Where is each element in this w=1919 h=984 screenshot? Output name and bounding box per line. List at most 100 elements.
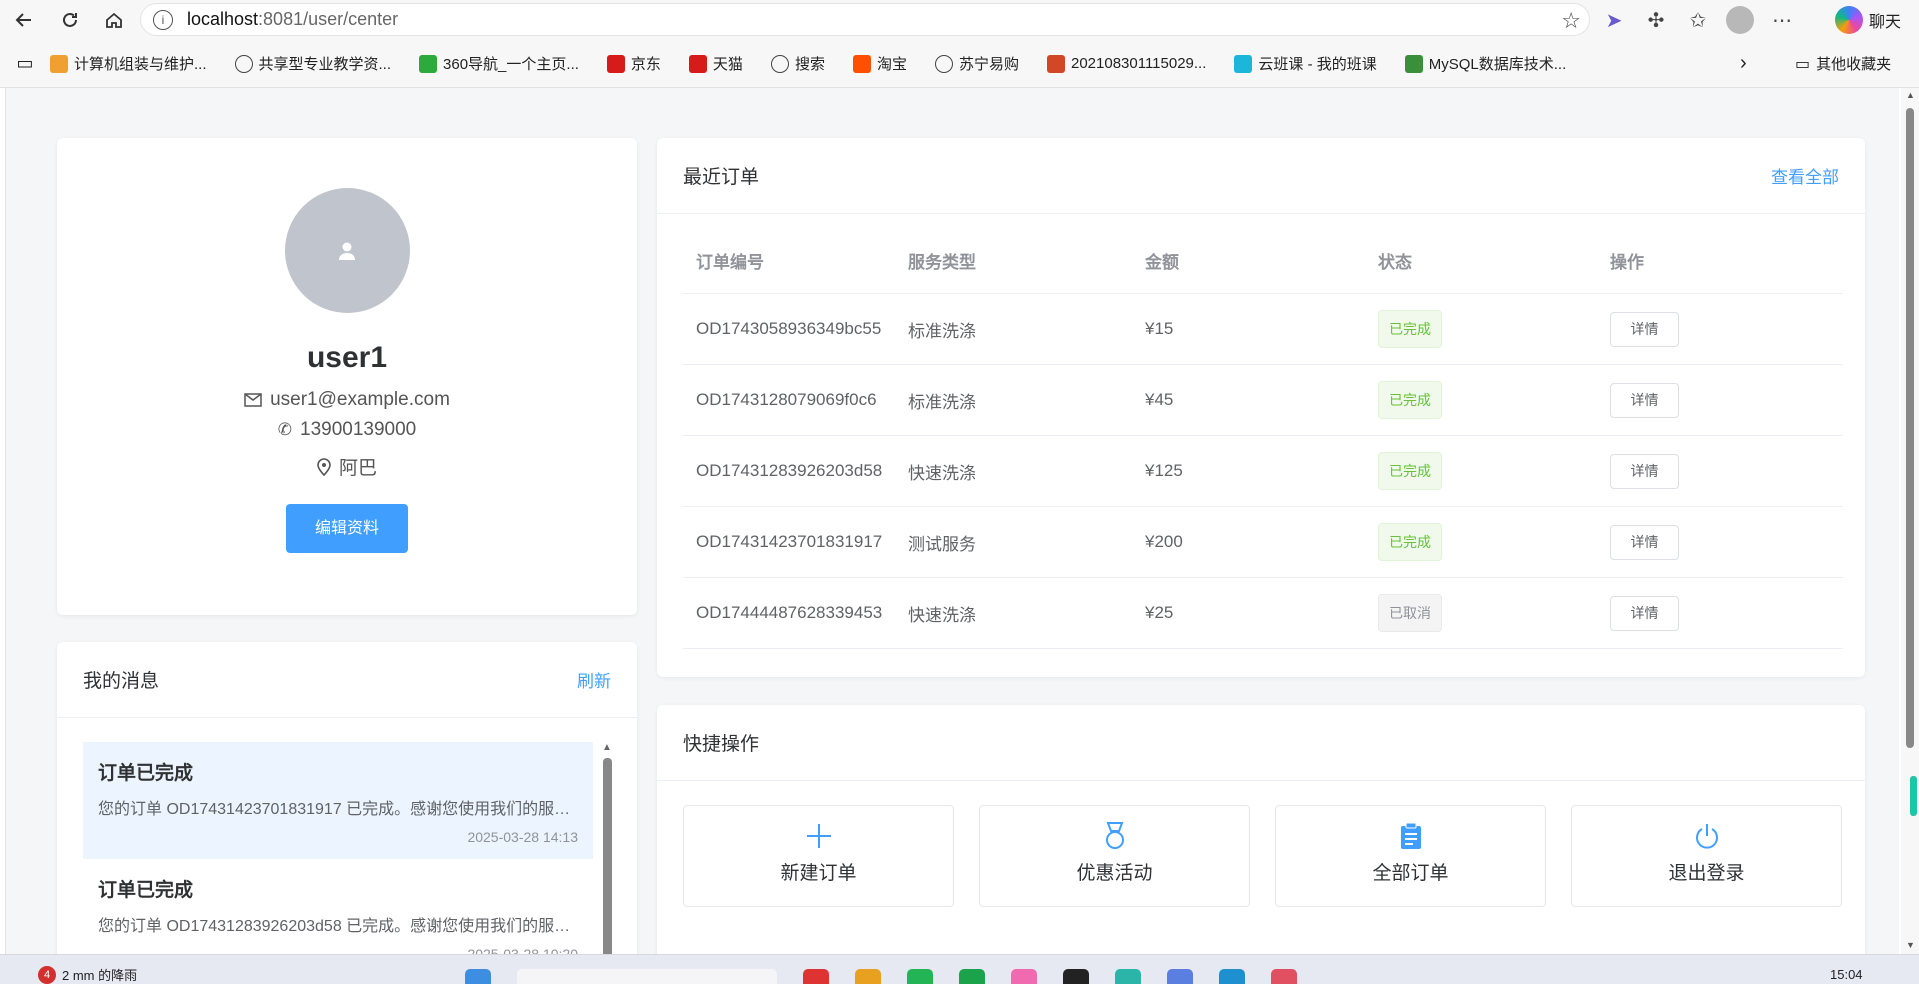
app-icon[interactable]: [1115, 969, 1141, 984]
profile-card: user1 user1@example.com ✆ 13900139000 阿巴…: [57, 138, 637, 615]
folder-icon: ▭: [1795, 55, 1811, 73]
bookmark-item[interactable]: MySQL数据库技术...: [1404, 53, 1566, 74]
edit-profile-button[interactable]: 编辑资料: [286, 504, 408, 553]
scroll-up-icon[interactable]: ▲: [1906, 90, 1915, 100]
logout-button[interactable]: 退出登录: [1571, 805, 1842, 907]
phone-icon: ✆: [277, 420, 292, 439]
app-icon[interactable]: [1063, 969, 1089, 984]
mail-icon: [244, 393, 262, 407]
bookmark-label: 淘宝: [876, 56, 907, 73]
order-id: OD17431283926203d58: [696, 461, 883, 480]
scroll-down-icon[interactable]: ▼: [1906, 940, 1915, 950]
order-id: OD17431423701831917: [696, 532, 883, 551]
bookmarks-bar: ▭ 计算机组装与维护... 共享型专业教学资... 360导航_一个主页... 京东 天…: [0, 40, 1919, 88]
page-scrollbar-thumb[interactable]: [1906, 108, 1914, 748]
favorites-icon[interactable]: ✩: [1684, 8, 1712, 33]
phone: 13900139000: [300, 419, 417, 440]
bookmark-item[interactable]: 天猫: [688, 53, 743, 74]
weather-widget[interactable]: 4 2 mm 的降雨: [38, 965, 137, 984]
scrollbar-thumb[interactable]: [603, 758, 612, 954]
copilot-chat-button[interactable]: 聊天: [1835, 4, 1901, 36]
app-icon[interactable]: [1167, 969, 1193, 984]
favorite-star-icon[interactable]: ☆: [1561, 8, 1581, 34]
extension-icon[interactable]: ➤: [1600, 8, 1628, 33]
globe-icon: [934, 54, 953, 73]
message-body: 您的订单 OD17431283926203d58 已完成。感谢您使用我们的服务！: [98, 918, 578, 935]
more-icon[interactable]: ⋯: [1768, 8, 1796, 33]
taskbar-apps: [465, 969, 1297, 984]
status-badge: 已完成: [1378, 523, 1442, 561]
promotions-button[interactable]: 优惠活动: [979, 805, 1250, 907]
detail-button[interactable]: 详情: [1610, 453, 1679, 489]
col-status: 状态: [1378, 253, 1412, 272]
app-icon[interactable]: [1011, 969, 1037, 984]
info-icon[interactable]: i: [153, 9, 173, 30]
app-icon[interactable]: [855, 969, 881, 984]
bookmark-item[interactable]: 淘宝: [852, 53, 907, 74]
bookmark-label: 云班课 - 我的班课: [1258, 56, 1377, 73]
start-icon[interactable]: [465, 969, 491, 984]
user-icon: [339, 242, 355, 260]
detail-button[interactable]: 详情: [1610, 382, 1679, 418]
scroll-marker: [1910, 776, 1917, 816]
bookmark-item[interactable]: 共享型专业教学资...: [234, 53, 392, 74]
clipboard-icon: [1276, 820, 1545, 852]
order-id: OD1743058936349bc55: [696, 319, 882, 338]
power-icon: [1572, 820, 1841, 852]
detail-button[interactable]: 详情: [1610, 311, 1679, 347]
profile-avatar-icon[interactable]: [1726, 6, 1754, 34]
order-id: OD1743128079069f0c6: [696, 390, 877, 409]
message-scrollbar[interactable]: ▲: [601, 742, 613, 954]
weather-text: 2 mm 的降雨: [62, 968, 138, 983]
message-item[interactable]: 订单已完成 您的订单 OD17431283926203d58 已完成。感谢您使用…: [83, 859, 593, 954]
page-scrollbar[interactable]: ▲ ▼: [1901, 88, 1919, 954]
detail-button[interactable]: 详情: [1610, 595, 1679, 631]
scroll-up-icon[interactable]: ▲: [602, 742, 612, 753]
bookmark-label: 共享型专业教学资...: [258, 56, 392, 73]
copilot-icon: [1835, 6, 1863, 34]
messages-header: 我的消息 刷新: [57, 642, 637, 718]
col-order-id: 订单编号: [696, 253, 764, 272]
app-icon[interactable]: [907, 969, 933, 984]
bookmark-favicon-icon: [688, 54, 707, 73]
app-icon[interactable]: [1219, 969, 1245, 984]
bookmark-label: 202108301115029...: [1070, 55, 1207, 72]
bookmark-item[interactable]: 京东: [606, 53, 661, 74]
amount: ¥45: [1145, 390, 1174, 409]
col-service-type: 服务类型: [908, 253, 976, 272]
puzzle-icon[interactable]: ✣: [1642, 8, 1670, 33]
user-center-page: user1 user1@example.com ✆ 13900139000 阿巴…: [5, 88, 1899, 954]
bookmark-item[interactable]: 搜索: [770, 53, 825, 74]
bookmark-label: 苏宁易购: [958, 56, 1019, 73]
bookmark-favicon-icon: [50, 54, 68, 73]
os-taskbar: 4 2 mm 的降雨 15:04: [0, 954, 1919, 984]
bookmark-item[interactable]: 360导航_一个主页...: [419, 53, 579, 74]
detail-button[interactable]: 详情: [1610, 524, 1679, 560]
reload-icon[interactable]: [52, 2, 88, 38]
bookmark-item[interactable]: 苏宁易购: [934, 53, 1019, 74]
chevron-right-icon[interactable]: ›: [1740, 52, 1747, 75]
app-icon[interactable]: [803, 969, 829, 984]
bookmark-item[interactable]: 202108301115029...: [1046, 54, 1207, 73]
message-item[interactable]: 订单已完成 您的订单 OD17431423701831917 已完成。感谢您使用…: [83, 742, 593, 859]
address-bar[interactable]: i localhost:8081/user/center ☆: [140, 3, 1590, 36]
bookmark-item[interactable]: 计算机组装与维护...: [50, 53, 207, 74]
collections-icon[interactable]: ▭: [0, 53, 50, 74]
order-id: OD17444487628339453: [696, 603, 883, 622]
search-box[interactable]: [517, 969, 777, 984]
back-icon[interactable]: [6, 2, 42, 38]
refresh-link[interactable]: 刷新: [577, 667, 611, 692]
new-order-button[interactable]: 新建订单: [683, 805, 954, 907]
app-icon[interactable]: [959, 969, 985, 984]
all-orders-button[interactable]: 全部订单: [1275, 805, 1546, 907]
table-row: OD17431283926203d58 快速洗涤 ¥125 已完成 详情: [683, 436, 1843, 507]
view-all-link[interactable]: 查看全部: [1771, 163, 1839, 188]
home-icon[interactable]: [96, 2, 132, 38]
globe-icon: [770, 54, 789, 73]
bookmark-item[interactable]: 云班课 - 我的班课: [1234, 53, 1377, 74]
bookmark-favicon-icon: [1046, 54, 1065, 73]
phone-row: ✆ 13900139000: [57, 419, 637, 441]
other-bookmarks[interactable]: ▭ 其他收藏夹: [1795, 53, 1891, 74]
clock: 15:04: [1830, 967, 1863, 982]
app-icon[interactable]: [1271, 969, 1297, 984]
